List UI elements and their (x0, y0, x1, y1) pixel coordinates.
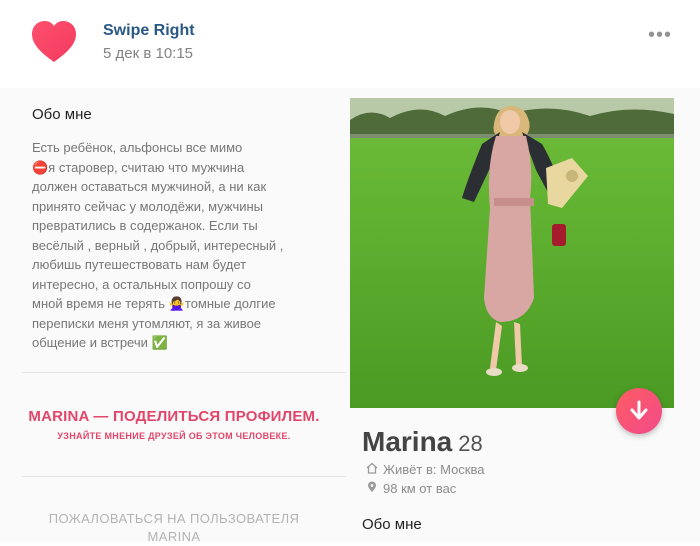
profile-name-line: Marina 28 (362, 426, 483, 458)
post-author[interactable]: Swipe Right (103, 22, 195, 40)
post-header: Swipe Right 5 дек в 10:15 ••• (0, 0, 700, 80)
profile-photo[interactable] (350, 98, 674, 408)
bio-line: должен оставаться мужчиной, а ни как (32, 179, 267, 194)
bio-line: мной время не терять 🙅‍♀️томные долгие (32, 296, 276, 311)
report-line[interactable]: ПОЖАЛОВАТЬСЯ НА ПОЛЬЗОВАТЕЛЯ (0, 510, 348, 528)
scroll-down-button[interactable] (616, 388, 662, 434)
report-user-link[interactable]: ПОЖАЛОВАТЬСЯ НА ПОЛЬЗОВАТЕЛЯ MARINA (0, 510, 348, 546)
bio-line: превратились в содержанок. Если ты (32, 218, 258, 233)
distance-row: 98 км от вас (366, 481, 456, 496)
arrow-down-icon (616, 388, 662, 434)
bio-line: весёлый , верный , добрый, интересный , (32, 237, 284, 253)
profile-left-column: Обо мне Есть ребёнок, альфонсы все мимо … (0, 88, 348, 544)
divider (22, 372, 346, 373)
bio-line: принято сейчас у молодёжи, мужчины (32, 198, 264, 214)
report-line[interactable]: MARINA (0, 528, 348, 546)
heart-logo-icon[interactable] (30, 18, 78, 66)
bio-line: любишь путешествовать нам будет (32, 257, 247, 272)
post-date[interactable]: 5 дек в 10:15 (103, 45, 193, 62)
location-pin-icon (366, 481, 378, 496)
bio-line: интересно, а остальных попрошу со (32, 276, 251, 292)
distance-text: 98 км от вас (383, 481, 457, 496)
share-profile-subtitle: УЗНАЙТЕ МНЕНИЕ ДРУЗЕЙ ОБ ЭТОМ ЧЕЛОВЕКЕ. (57, 431, 291, 441)
bio-line: ⛔я старовер, считаю что мужчина (32, 159, 245, 175)
share-profile-link[interactable]: MARINA — ПОДЕЛИТЬСЯ ПРОФИЛЕМ. УЗНАЙТЕ МН… (0, 408, 348, 441)
about-title: Обо мне (32, 106, 92, 123)
profile-age: 28 (458, 431, 483, 456)
home-icon (366, 462, 378, 477)
bio-line: Есть ребёнок, альфонсы все мимо (32, 140, 243, 155)
tinder-profile-screenshot: Обо мне Есть ребёнок, альфонсы все мимо … (0, 88, 700, 544)
more-options-icon[interactable]: ••• (648, 24, 672, 47)
profile-name: Marina (362, 426, 453, 457)
bio-line: общение и встречи ✅ (32, 335, 168, 350)
divider (22, 476, 346, 477)
lives-in-row: Живёт в: Москва (366, 462, 484, 477)
bio-line: переписки меня утомляют, я за живое (32, 315, 262, 331)
bio-text: Есть ребёнок, альфонсы все мимо ⛔я старо… (32, 138, 332, 353)
lives-in-text: Живёт в: Москва (383, 462, 485, 477)
share-profile-title[interactable]: MARINA — ПОДЕЛИТЬСЯ ПРОФИЛЕМ. (0, 408, 348, 425)
about-title-secondary: Обо мне (362, 516, 422, 533)
